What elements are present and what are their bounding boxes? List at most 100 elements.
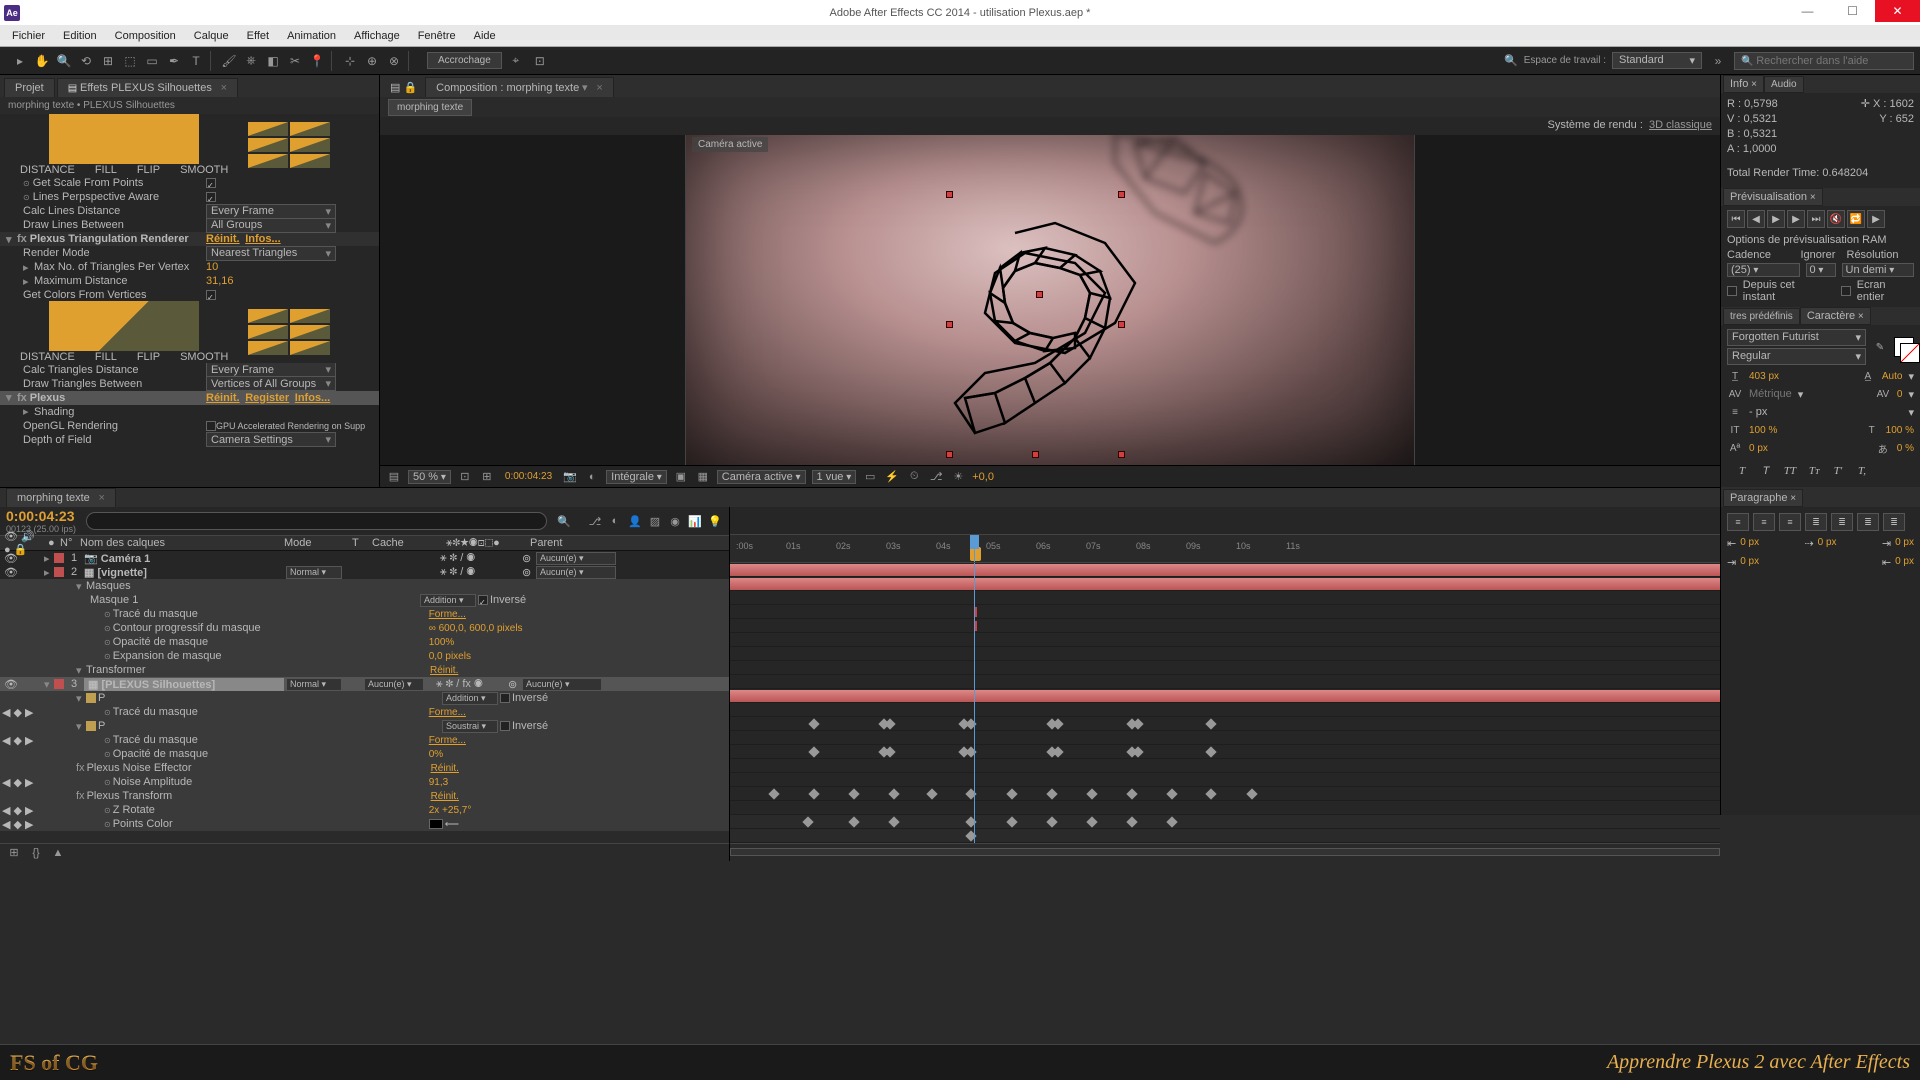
timeline-tab[interactable]: morphing texte ×: [6, 488, 116, 507]
baseline-value[interactable]: 0 px: [1749, 443, 1768, 454]
triangle-graph[interactable]: DISTANCEFILLFLIPSMOOTH: [0, 301, 379, 363]
draft3d-icon[interactable]: ◐: [607, 513, 623, 529]
eyedropper-icon[interactable]: ✎: [1872, 340, 1888, 354]
align-center-button[interactable]: ≡: [1753, 513, 1775, 531]
menu-composition[interactable]: Composition: [107, 28, 184, 44]
framerate-select[interactable]: (25) ▾: [1727, 263, 1800, 277]
align-right-button[interactable]: ≡: [1779, 513, 1801, 531]
graph-editor-icon[interactable]: 📊: [687, 513, 703, 529]
layer-row[interactable]: ⊙ Contour progressif du masque∞ 600,0, 6…: [0, 621, 729, 635]
last-frame-button[interactable]: ⏭: [1807, 210, 1825, 228]
layer-row[interactable]: ▾ PAddition ▾ Inversé: [0, 691, 729, 705]
close-button[interactable]: ✕: [1875, 0, 1920, 22]
effect-property[interactable]: ⊙ Get Scale From Points: [0, 176, 379, 190]
reset-exposure-icon[interactable]: ☀: [950, 469, 966, 485]
font-style-select[interactable]: Regular▾: [1727, 348, 1866, 365]
effect-property[interactable]: Calc Lines DistanceEvery Frame▾: [0, 204, 379, 218]
justify-right-button[interactable]: ≣: [1857, 513, 1879, 531]
exposure-value[interactable]: +0,0: [972, 471, 994, 483]
comp-subtab[interactable]: morphing texte: [388, 99, 472, 116]
puppet-tool[interactable]: 📍: [307, 51, 327, 71]
first-frame-button[interactable]: ⏮: [1727, 210, 1745, 228]
layer-row[interactable]: ⊙ Opacité de masque0%: [0, 747, 729, 761]
pen-tool[interactable]: ✒: [164, 51, 184, 71]
leading-value[interactable]: Auto: [1882, 371, 1903, 382]
layer-row[interactable]: ◀ ◆ ▶⊙ Tracé du masqueForme...: [0, 733, 729, 747]
kerning-select[interactable]: Métrique: [1749, 388, 1792, 400]
opacity-graph[interactable]: DISTANCEFILLFLIPSMOOTH: [0, 114, 379, 176]
workspace-select[interactable]: Standard ▾: [1612, 52, 1702, 69]
zoom-out-icon[interactable]: ▲: [50, 845, 66, 861]
fast-preview-icon[interactable]: ⚡: [884, 469, 900, 485]
menu-window[interactable]: Fenêtre: [410, 28, 464, 44]
text-tool[interactable]: T: [186, 51, 206, 71]
layer-row[interactable]: ◀ ◆ ▶⊙ Points Color ⟵: [0, 817, 729, 831]
effect-property[interactable]: ▾fx Plexus Triangulation RendererRéinit.…: [0, 232, 379, 246]
motion-blur-icon[interactable]: ◉: [667, 513, 683, 529]
stroke-value[interactable]: - px: [1749, 406, 1767, 418]
effect-property[interactable]: Draw Triangles BetweenVertices of All Gr…: [0, 377, 379, 391]
brush-tool[interactable]: 🖌: [219, 51, 239, 71]
menu-view[interactable]: Affichage: [346, 28, 408, 44]
fullscreen-checkbox[interactable]: [1841, 286, 1851, 296]
layer-row[interactable]: ⊙ Tracé du masqueForme...: [0, 607, 729, 621]
effect-property[interactable]: Render ModeNearest Triangles▾: [0, 246, 379, 260]
layer-row[interactable]: fx Plexus TransformRéinit.: [0, 789, 729, 803]
timeline-icon[interactable]: ⏲: [906, 469, 922, 485]
loop-button[interactable]: 🔁: [1847, 210, 1865, 228]
layer-row[interactable]: ◀ ◆ ▶⊙ Noise Amplitude91,3: [0, 775, 729, 789]
flowchart-icon[interactable]: ⎇: [928, 469, 944, 485]
smallcaps-button[interactable]: Tᴛ: [1805, 463, 1823, 479]
show-channel-icon[interactable]: ◐: [584, 469, 600, 485]
world-axis-icon[interactable]: ⊕: [362, 51, 382, 71]
menu-help[interactable]: Aide: [466, 28, 504, 44]
menu-layer[interactable]: Calque: [186, 28, 237, 44]
menu-file[interactable]: Fichier: [4, 28, 53, 44]
effect-property[interactable]: ▸Max No. of Triangles Per Vertex10: [0, 260, 379, 274]
zoom-in-icon[interactable]: {}: [28, 845, 44, 861]
local-axis-icon[interactable]: ⊹: [340, 51, 360, 71]
paragraph-tab[interactable]: Paragraphe ×: [1723, 489, 1803, 507]
frame-blend-icon[interactable]: ▨: [647, 513, 663, 529]
brainstorm-icon[interactable]: 💡: [707, 513, 723, 529]
comp-mini-flowchart-icon[interactable]: ⎇: [587, 513, 603, 529]
render-system-value[interactable]: 3D classique: [1649, 119, 1712, 131]
pixel-aspect-icon[interactable]: ▭: [862, 469, 878, 485]
justify-center-button[interactable]: ≣: [1831, 513, 1853, 531]
roi-icon[interactable]: ▣: [673, 469, 689, 485]
resolution-icon[interactable]: ⊡: [457, 469, 473, 485]
align-left-button[interactable]: ≡: [1727, 513, 1749, 531]
effect-property[interactable]: OpenGL Rendering GPU Accelerated Renderi…: [0, 419, 379, 433]
views-select[interactable]: 1 vue ▾: [812, 470, 857, 484]
font-size-value[interactable]: 403 px: [1749, 371, 1779, 382]
search-cc-icon[interactable]: 🔍: [1504, 54, 1518, 67]
layer-row[interactable]: Masque 1Addition ▾ Inversé: [0, 593, 729, 607]
eraser-tool[interactable]: ◧: [263, 51, 283, 71]
menu-animation[interactable]: Animation: [279, 28, 344, 44]
hscale-value[interactable]: 100 %: [1886, 425, 1914, 436]
layer-row[interactable]: ◀ ◆ ▶⊙ Tracé du masqueForme...: [0, 705, 729, 719]
next-frame-button[interactable]: ▶: [1787, 210, 1805, 228]
resolution-ram-select[interactable]: Un demi ▾: [1842, 263, 1915, 277]
snapshot-icon[interactable]: 📷: [562, 469, 578, 485]
layer-row[interactable]: ▾TransformerRéinit.: [0, 663, 729, 677]
tracking-value[interactable]: 0: [1897, 389, 1903, 400]
time-display[interactable]: 0:00:04:23: [501, 471, 556, 482]
resolution-select[interactable]: Intégrale ▾: [606, 470, 667, 484]
rotate-tool[interactable]: ⟲: [76, 51, 96, 71]
bold-button[interactable]: T: [1733, 463, 1751, 479]
roto-tool[interactable]: ✂: [285, 51, 305, 71]
skip-select[interactable]: 0 ▾: [1806, 263, 1836, 277]
zoom-select[interactable]: 50 % ▾: [408, 470, 451, 484]
effect-property[interactable]: Draw Lines BetweenAll Groups▾: [0, 218, 379, 232]
effect-property[interactable]: Depth of FieldCamera Settings▾: [0, 433, 379, 447]
italic-button[interactable]: T: [1757, 463, 1775, 479]
layer-row[interactable]: 👁▸1📷 Caméra 1⚹ ✽ / ◉⊚Aucun(e) ▾: [0, 551, 729, 565]
justify-all-button[interactable]: ≣: [1883, 513, 1905, 531]
shape-tool[interactable]: ▭: [142, 51, 162, 71]
maximize-button[interactable]: ☐: [1830, 0, 1875, 22]
preview-tab[interactable]: Prévisualisation ×: [1723, 188, 1823, 206]
hand-tool[interactable]: ✋: [32, 51, 52, 71]
play-button[interactable]: ▶: [1767, 210, 1785, 228]
presets-tab[interactable]: tres prédéfinis: [1723, 308, 1800, 325]
